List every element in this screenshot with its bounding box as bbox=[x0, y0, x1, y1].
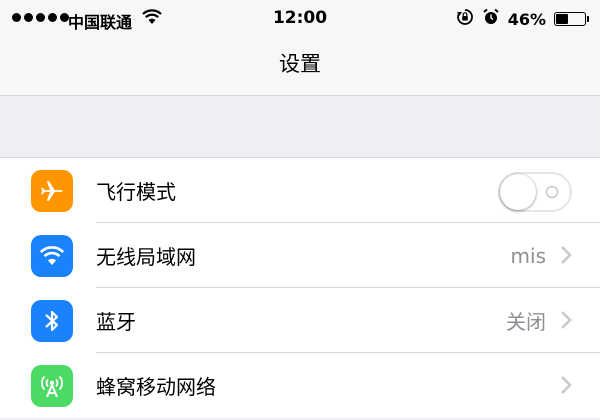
rotation-lock-icon bbox=[456, 8, 474, 30]
airplane-icon bbox=[31, 170, 73, 212]
setting-value: 关闭 bbox=[506, 310, 546, 334]
setting-label: 无线局域网 bbox=[96, 245, 196, 269]
settings-list: 飞行模式 无线局域网 mis 蓝牙 关闭 蜂窝移动网络 bbox=[0, 157, 600, 418]
setting-label: 蓝牙 bbox=[96, 310, 136, 334]
bluetooth-icon bbox=[31, 300, 73, 342]
page-title: 设置 bbox=[279, 52, 321, 76]
setting-label: 飞行模式 bbox=[96, 180, 176, 204]
airplane-mode-toggle[interactable] bbox=[498, 172, 572, 212]
cellular-icon bbox=[31, 365, 73, 407]
chevron-right-icon bbox=[560, 375, 572, 399]
toggle-off-indicator bbox=[546, 186, 558, 198]
wifi-icon bbox=[31, 235, 73, 277]
status-icons: 46% bbox=[456, 8, 589, 30]
battery-icon bbox=[554, 12, 589, 26]
settings-row-wlan[interactable]: 无线局域网 mis bbox=[0, 223, 600, 288]
setting-value: mis bbox=[510, 243, 546, 268]
battery-percent: 46% bbox=[507, 9, 546, 29]
chevron-right-icon bbox=[560, 310, 572, 334]
settings-row-airplane-mode[interactable]: 飞行模式 bbox=[0, 158, 600, 223]
header: 中国联通 12:00 46% 设置 bbox=[0, 0, 600, 96]
toggle-knob[interactable] bbox=[500, 174, 536, 210]
chevron-right-icon bbox=[560, 245, 572, 269]
alarm-icon bbox=[482, 8, 500, 30]
settings-row-cellular[interactable]: 蜂窝移动网络 bbox=[0, 353, 600, 418]
setting-label: 蜂窝移动网络 bbox=[96, 375, 216, 399]
battery-fill bbox=[556, 14, 568, 24]
settings-row-bluetooth[interactable]: 蓝牙 关闭 bbox=[0, 288, 600, 353]
status-bar: 中国联通 12:00 46% bbox=[0, 0, 600, 38]
